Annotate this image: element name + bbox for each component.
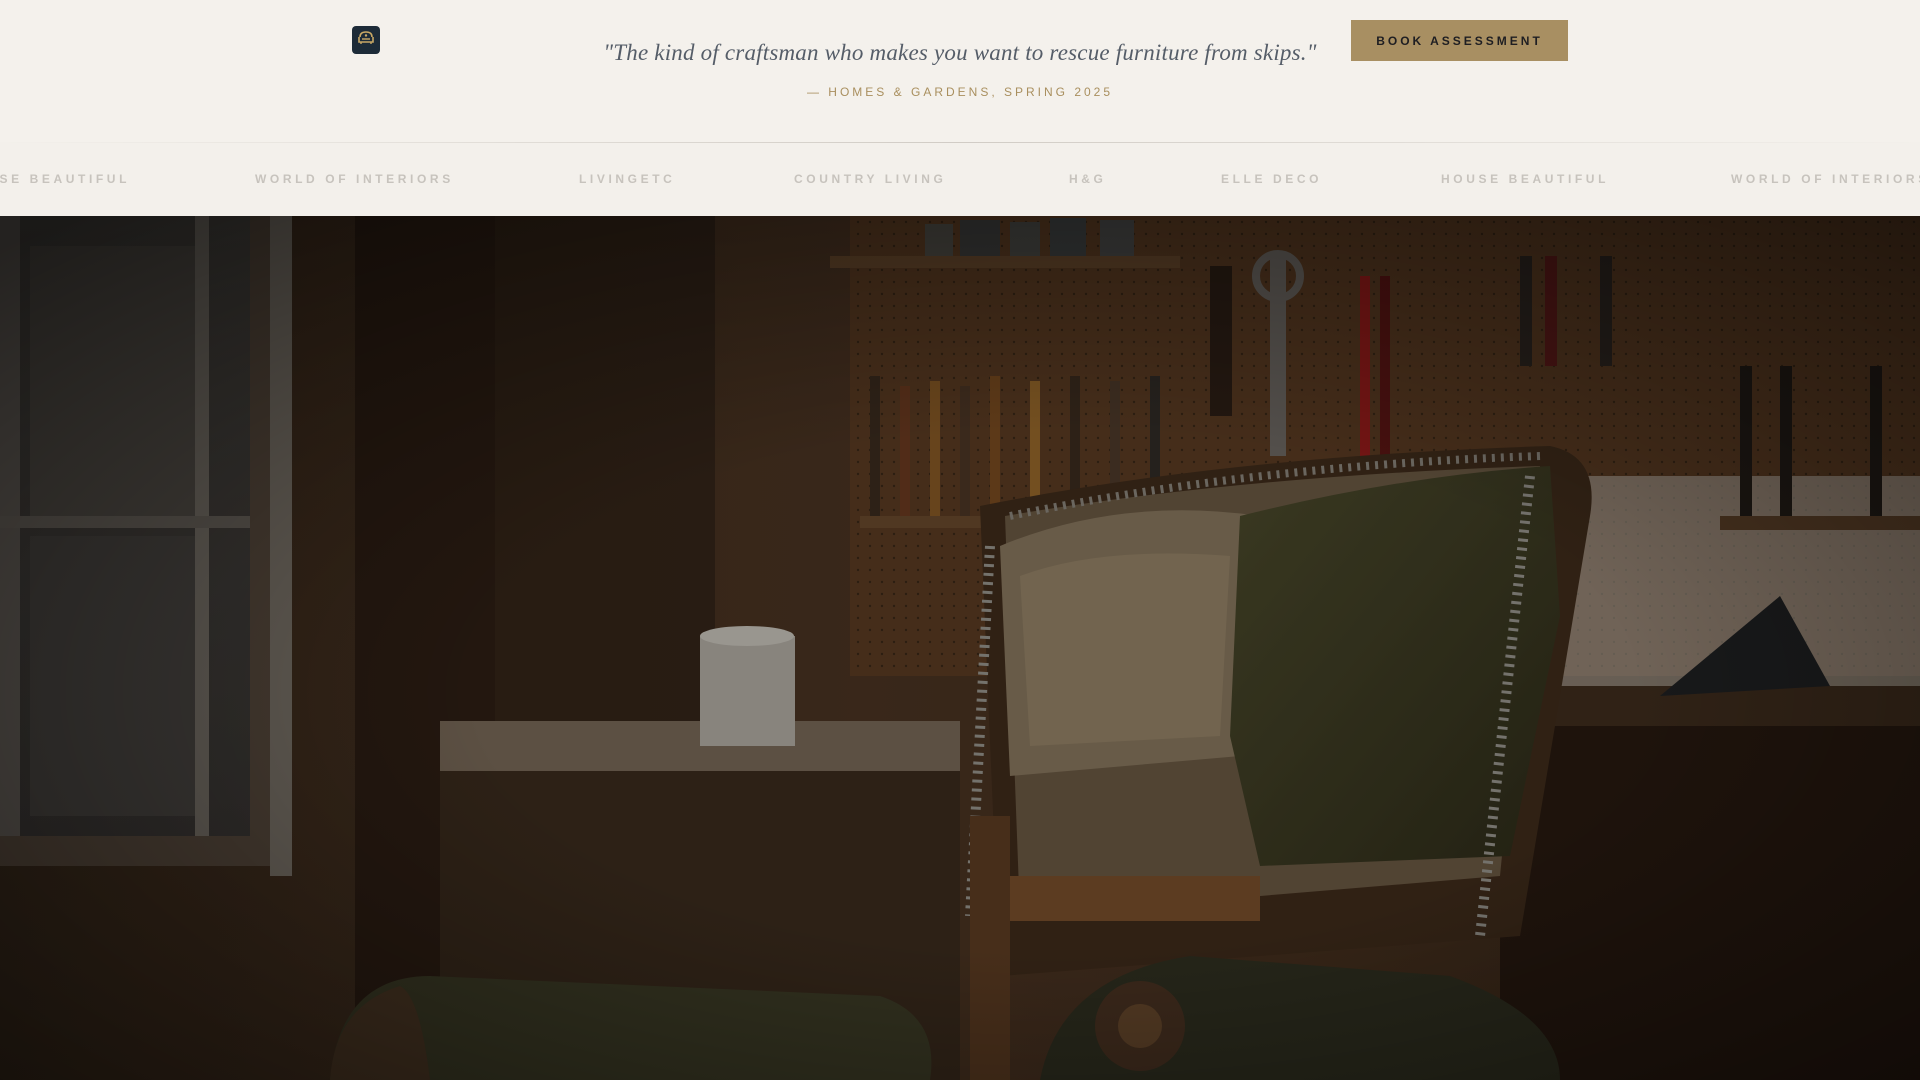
press-logo-strip: HOUSE BEAUTIFUL WORLD OF INTERIORS LIVIN… (0, 142, 1920, 216)
worn-armchair-in-workshop-photo (0, 216, 1920, 1080)
press-item: COUNTRY LIVING (794, 172, 947, 186)
book-assessment-button[interactable]: BOOK ASSESSMENT (1351, 20, 1568, 61)
testimonial-quote: "The kind of craftsman who makes you wan… (603, 40, 1317, 65)
testimonial-header: "The kind of craftsman who makes you wan… (0, 0, 1920, 142)
press-item: H&G (1069, 172, 1107, 186)
testimonial-attribution: — HOMES & GARDENS, SPRING 2025 (806, 85, 1114, 99)
press-item: WORLD OF INTERIORS (255, 172, 454, 186)
press-item: ELLE DECO (1221, 172, 1323, 186)
hero-image (0, 216, 1920, 1080)
press-item: HOUSE BEAUTIFUL (0, 172, 130, 186)
press-divider (0, 142, 1920, 143)
logo[interactable] (352, 26, 380, 54)
press-item: LIVINGETC (579, 172, 676, 186)
armchair-emblem-icon (356, 28, 376, 53)
press-item: WORLD OF INTERIORS (1731, 172, 1920, 186)
press-item: HOUSE BEAUTIFUL (1441, 172, 1609, 186)
